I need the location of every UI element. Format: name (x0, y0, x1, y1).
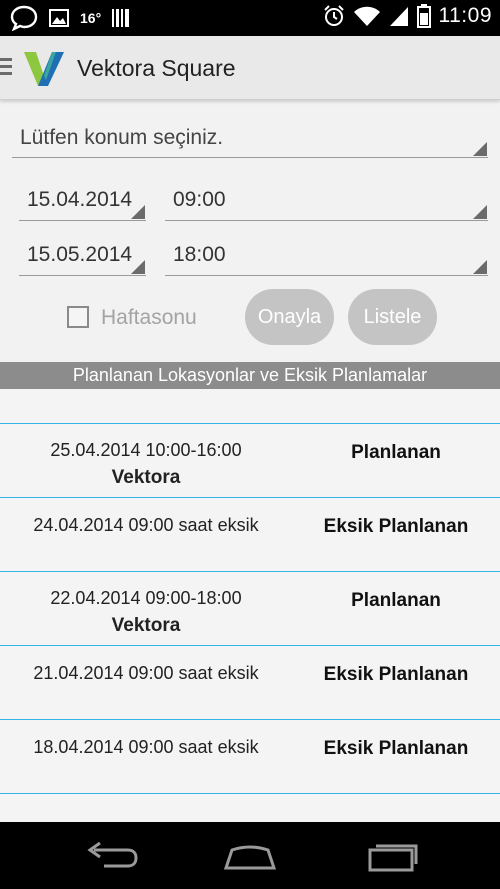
location-spinner[interactable]: Lütfen konum seçiniz. (12, 120, 488, 158)
list-item-datetime: 21.04.2014 09:00 saat eksik (0, 663, 292, 684)
drawer-menu-icon[interactable] (0, 58, 12, 76)
list-item[interactable]: 24.04.2014 09:00 saat eksik Eksik Planla… (0, 498, 500, 572)
list-divider (0, 793, 500, 794)
list-item-datetime: 24.04.2014 09:00 saat eksik (0, 515, 292, 536)
list-item-date-text: 21.04.2014 09:00 saat eksik (33, 663, 259, 683)
end-time-spinner[interactable]: 18:00 (165, 237, 488, 276)
temperature-text: 16° (80, 10, 102, 26)
list-item-date-text: 22.04.2014 09:00-18:00 (50, 588, 242, 608)
start-time-spinner[interactable]: 09:00 (165, 182, 488, 221)
clock-text: 11:09 (438, 4, 492, 27)
image-icon (49, 9, 69, 27)
approve-button[interactable]: Onayla (245, 289, 334, 345)
list-item-status: Planlanan (351, 590, 441, 611)
list-item-status: Eksik Planlanan (323, 516, 469, 537)
list-item-location: Vektora (111, 467, 181, 488)
list-item-datetime: 18.04.2014 09:00 saat eksik (0, 737, 292, 758)
list-button[interactable]: Listele (348, 289, 437, 345)
status-bar: 16° 11:09 (0, 0, 500, 36)
dropdown-arrow-icon (131, 205, 145, 219)
list-item-datetime: 22.04.2014 09:00-18:00 Vektora (0, 588, 292, 637)
chat-bubble-icon (10, 5, 38, 31)
list-item-status: Eksik Planlanan (323, 738, 469, 759)
dropdown-arrow-icon (473, 205, 487, 219)
start-date-value: 15.04.2014 (27, 188, 133, 211)
planning-list[interactable]: 25.04.2014 10:00-16:00 Vektora Planlanan… (0, 389, 500, 822)
end-time-value: 18:00 (173, 243, 226, 266)
weekend-checkbox[interactable] (67, 306, 89, 328)
dropdown-arrow-icon (473, 142, 487, 156)
list-item-date-text: 24.04.2014 09:00 saat eksik (33, 515, 259, 535)
dropdown-arrow-icon (473, 260, 487, 274)
start-time-value: 09:00 (173, 188, 226, 211)
list-item-date-text: 25.04.2014 10:00-16:00 (50, 440, 242, 460)
list-section-header: Planlanan Lokasyonlar ve Eksik Planlamal… (0, 362, 500, 389)
app-title: Vektora Square (77, 55, 236, 81)
end-date-value: 15.05.2014 (27, 243, 133, 266)
start-date-spinner[interactable]: 15.04.2014 (19, 182, 146, 221)
dropdown-arrow-icon (131, 260, 145, 274)
list-item[interactable]: 22.04.2014 09:00-18:00 Vektora Planlanan (0, 572, 500, 646)
signal-icon (389, 7, 408, 26)
list-item[interactable]: 21.04.2014 09:00 saat eksik Eksik Planla… (0, 646, 500, 720)
list-item-status: Planlanan (351, 442, 441, 463)
status-right-icons: 11:09 (323, 4, 493, 28)
vektora-logo-icon[interactable] (22, 48, 66, 88)
list-item-location: Vektora (111, 615, 181, 636)
list-item-datetime: 25.04.2014 10:00-16:00 Vektora (0, 440, 292, 489)
list-item[interactable]: 18.04.2014 09:00 saat eksik Eksik Planla… (0, 720, 500, 794)
weekend-label[interactable]: Haftasonu (101, 306, 197, 330)
end-date-spinner[interactable]: 15.05.2014 (19, 237, 146, 276)
list-item-date-text: 18.04.2014 09:00 saat eksik (33, 737, 259, 757)
location-placeholder: Lütfen konum seçiniz. (20, 126, 224, 149)
list-item[interactable]: 25.04.2014 10:00-16:00 Vektora Planlanan (0, 424, 500, 498)
status-left-icons: 16° (10, 5, 131, 31)
list-item-status: Eksik Planlanan (323, 664, 469, 685)
action-bar: Vektora Square (0, 36, 500, 100)
barcode-icon (112, 9, 130, 27)
battery-icon (416, 4, 431, 28)
recent-apps-icon[interactable] (360, 840, 420, 872)
back-icon[interactable] (82, 840, 142, 872)
navigation-bar (0, 822, 500, 889)
alarm-icon (323, 5, 344, 26)
wifi-icon (353, 6, 380, 26)
home-icon[interactable] (220, 840, 280, 872)
